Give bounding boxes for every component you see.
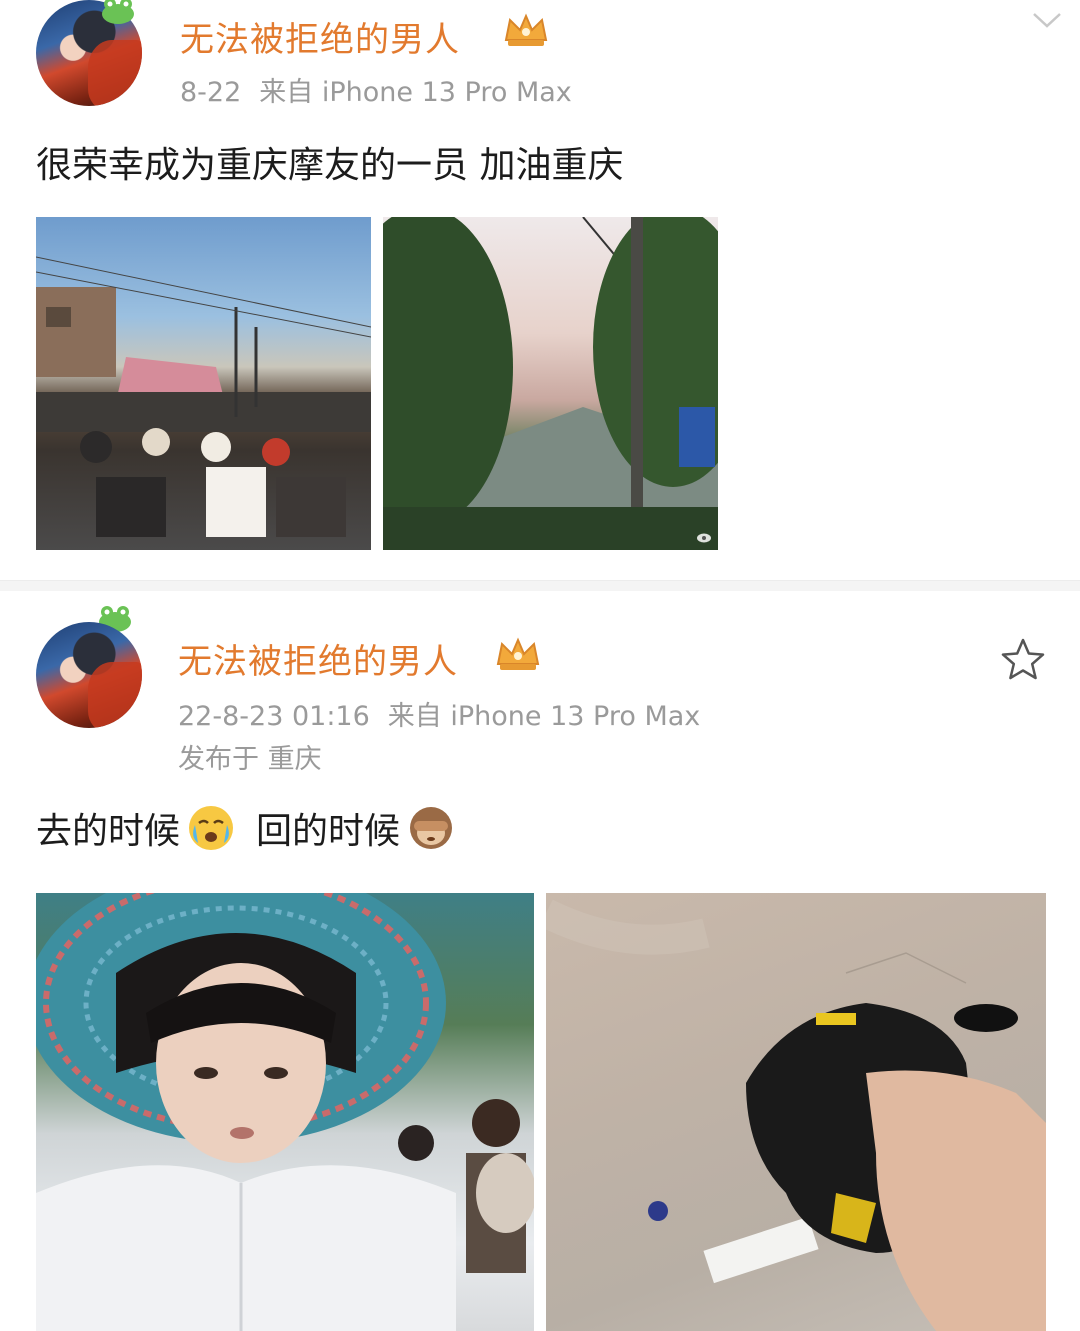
username[interactable]: 无法被拒绝的男人 xyxy=(178,634,458,683)
crying-face-emoji xyxy=(189,806,234,850)
post-meta: 22-8-23 01:16 来自 iPhone 13 Pro Max xyxy=(178,694,718,733)
post-image-selfie-hat[interactable] xyxy=(36,893,534,1331)
watermark-eye-icon xyxy=(697,533,711,543)
post-date: 22-8-23 01:16 xyxy=(178,701,370,732)
crown-badge-icon[interactable] xyxy=(502,12,550,50)
post-meta: 8-22 来自 iPhone 13 Pro Max xyxy=(180,70,590,109)
chevron-down-icon[interactable] xyxy=(1032,10,1062,30)
post-image-crowd[interactable] xyxy=(36,217,371,550)
avatar[interactable] xyxy=(36,622,142,728)
star-outline-icon[interactable] xyxy=(1000,637,1046,681)
post-image-mountain-smoke[interactable] xyxy=(383,217,718,550)
frog-badge-icon xyxy=(102,0,134,24)
post-source: 来自 iPhone 13 Pro Max xyxy=(387,701,701,732)
post-location: 发布于 重庆 xyxy=(178,744,322,775)
post-image-glove-ground[interactable] xyxy=(546,893,1046,1331)
post-source: 来自 iPhone 13 Pro Max xyxy=(259,77,572,108)
post-text: 去的时候 回的时候 xyxy=(36,802,462,854)
weibo-post-2: 无法被拒绝的男人 22-8-23 01:16 来自 iPhone 13 Pro M… xyxy=(0,590,1080,1331)
post-text-part2: 回的时候 xyxy=(256,811,401,852)
post-text-part1: 去的时候 xyxy=(36,811,181,852)
post-text: 很荣幸成为重庆摩友的一员 加油重庆 xyxy=(36,145,624,186)
crown-badge-icon[interactable] xyxy=(494,636,542,674)
username[interactable]: 无法被拒绝的男人 xyxy=(180,12,460,61)
weibo-post-1: 无法被拒绝的男人 8-22 来自 iPhone 13 Pro Max 很荣幸成为重… xyxy=(0,0,1080,580)
see-no-evil-monkey-emoji xyxy=(410,807,453,849)
post-date: 8-22 xyxy=(180,77,242,108)
